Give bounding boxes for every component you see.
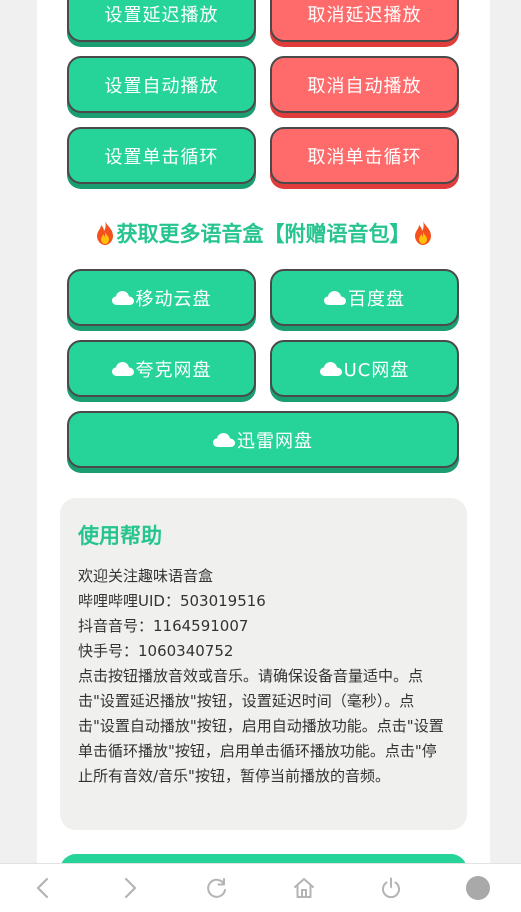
cancel-loop-button[interactable]: 取消单击循环 [270, 127, 459, 184]
cloud-link-label: 移动云盘 [135, 288, 212, 310]
set-autoplay-label: 设置自动播放 [104, 75, 219, 97]
forward-icon[interactable] [116, 874, 144, 902]
fire-icon [93, 220, 117, 251]
power-icon[interactable] [377, 874, 405, 902]
help-line-instructions: 点击按钮播放音效或音乐。请确保设备音量适中。点击"设置延迟播放"按钮，设置延迟时… [78, 667, 444, 785]
help-title: 使用帮助 [78, 524, 162, 548]
cancel-autoplay-button[interactable]: 取消自动播放 [270, 56, 459, 113]
cancel-delay-button[interactable]: 取消延迟播放 [270, 0, 459, 42]
cloud-link-label: 夸克网盘 [135, 359, 212, 381]
browser-navbar [0, 863, 521, 912]
set-loop-label: 设置单击循环 [104, 146, 219, 168]
cancel-autoplay-label: 取消自动播放 [307, 75, 422, 97]
set-delay-button[interactable]: 设置延迟播放 [67, 0, 256, 42]
cancel-delay-label: 取消延迟播放 [307, 5, 422, 26]
help-line-welcome: 欢迎关注趣味语音盒 [78, 567, 214, 585]
cloud-link-label: UC网盘 [343, 359, 410, 381]
help-panel: 使用帮助 欢迎关注趣味语音盒 哔哩哔哩UID：503019516 抖音音号：11… [60, 498, 467, 830]
cloud-link-mobile[interactable]: 移动云盘 [67, 269, 256, 326]
set-delay-label: 设置延迟播放 [104, 5, 219, 26]
menu-dot-icon[interactable] [464, 874, 492, 902]
app-card: 设置延迟播放 取消延迟播放 设置自动播放 取消自动播放 设置单击循环 取消单击循… [37, 0, 490, 864]
refresh-icon[interactable] [203, 874, 231, 902]
cloud-link-label: 百度盘 [348, 288, 405, 310]
help-line-bilibili: 哔哩哔哩UID：503019516 [78, 592, 266, 610]
set-loop-button[interactable]: 设置单击循环 [67, 127, 256, 184]
section-title-text: 获取更多语音盒【附赠语音包】 [116, 222, 411, 246]
help-line-douyin: 抖音音号：1164591007 [78, 617, 249, 635]
cloud-icon [319, 361, 342, 377]
back-icon[interactable] [29, 874, 57, 902]
fire-icon [411, 220, 435, 251]
more-voiceboxes-title: 获取更多语音盒【附赠语音包】 [37, 218, 490, 251]
cancel-loop-label: 取消单击循环 [307, 146, 422, 168]
cloud-link-quark[interactable]: 夸克网盘 [67, 340, 256, 397]
cloud-link-label: 迅雷网盘 [237, 430, 313, 452]
cloud-link-xunlei[interactable]: 迅雷网盘 [67, 411, 459, 468]
set-autoplay-button[interactable]: 设置自动播放 [67, 56, 256, 113]
cloud-link-baidu[interactable]: 百度盘 [270, 269, 459, 326]
cloud-icon [111, 361, 134, 377]
home-icon[interactable] [290, 874, 318, 902]
cloud-icon [111, 290, 134, 306]
cloud-icon [324, 290, 346, 306]
cloud-link-uc[interactable]: UC网盘 [270, 340, 459, 397]
help-line-kuaishou: 快手号：1060340752 [78, 642, 234, 660]
cloud-icon [213, 432, 235, 448]
